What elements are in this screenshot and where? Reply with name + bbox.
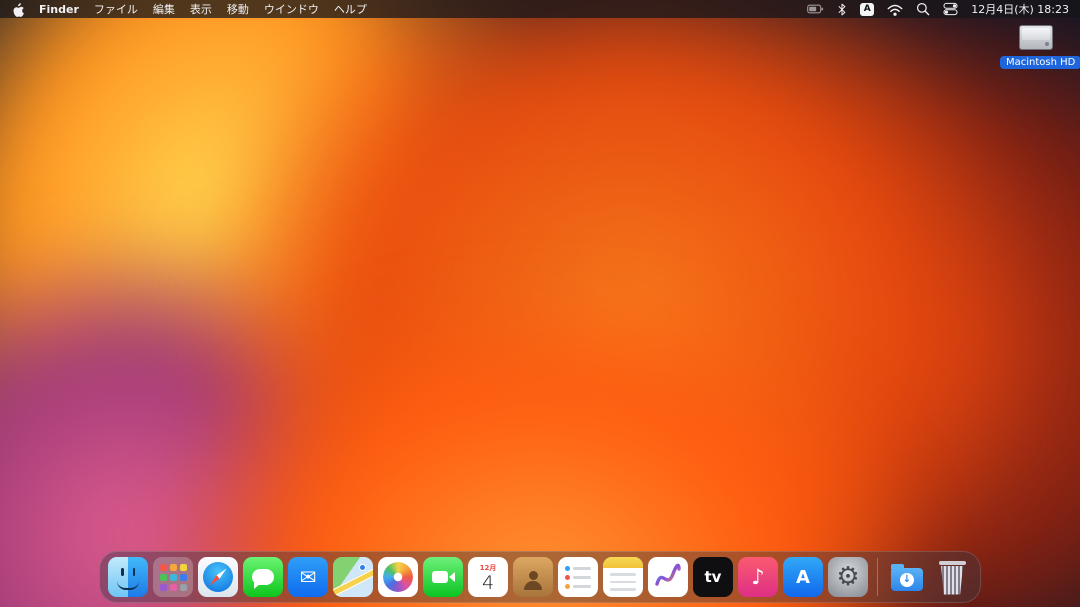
dock-maps-icon[interactable] bbox=[333, 557, 373, 597]
calendar-day: 4 bbox=[482, 573, 494, 594]
macos-desktop: Finder ファイル 編集 表示 移動 ウインドウ ヘルプ A bbox=[0, 0, 1080, 607]
notes-line bbox=[610, 581, 636, 584]
dock-system-settings-icon[interactable]: ⚙ bbox=[828, 557, 868, 597]
menu-bar: Finder ファイル 編集 表示 移動 ウインドウ ヘルプ A bbox=[0, 0, 1080, 18]
notes-line bbox=[610, 588, 636, 591]
reminder-row bbox=[565, 584, 591, 589]
launchpad-grid bbox=[160, 564, 187, 591]
dock-music-icon[interactable]: ♪ bbox=[738, 557, 778, 597]
input-source-badge[interactable]: A bbox=[860, 3, 874, 16]
hard-drive-top bbox=[1022, 28, 1050, 40]
menu-go[interactable]: 移動 bbox=[227, 1, 249, 17]
dock-tv-icon[interactable]: tv bbox=[693, 557, 733, 597]
wifi-icon[interactable] bbox=[887, 3, 903, 16]
menu-window[interactable]: ウインドウ bbox=[264, 1, 319, 17]
dock: ✉ 12月 4 bbox=[99, 551, 981, 603]
finder-eye bbox=[121, 568, 124, 576]
maps-location-dot bbox=[359, 564, 366, 571]
speech-bubble-icon bbox=[252, 569, 274, 585]
menu-edit[interactable]: 編集 bbox=[153, 1, 175, 17]
video-camera-icon bbox=[432, 571, 448, 583]
drive-label: Macintosh HD bbox=[1000, 56, 1080, 69]
dock-freeform-icon[interactable] bbox=[648, 557, 688, 597]
finder-face-half bbox=[108, 557, 128, 597]
dock-finder-icon[interactable] bbox=[108, 557, 148, 597]
menu-bar-status: A 12月4日(木) 18:23 bbox=[807, 1, 1069, 17]
safari-needle bbox=[207, 566, 228, 587]
contact-silhouette-head bbox=[529, 571, 538, 580]
notes-header-strip bbox=[603, 557, 643, 568]
dock-app-store-icon[interactable]: A bbox=[783, 557, 823, 597]
dock-calendar-icon[interactable]: 12月 4 bbox=[468, 557, 508, 597]
menu-file[interactable]: ファイル bbox=[94, 1, 138, 17]
notes-line bbox=[610, 573, 636, 576]
dock-trash-icon[interactable] bbox=[932, 557, 972, 597]
dock-safari-icon[interactable] bbox=[198, 557, 238, 597]
menubar-clock[interactable]: 12月4日(木) 18:23 bbox=[971, 1, 1069, 17]
spotlight-icon[interactable] bbox=[916, 2, 930, 16]
dock-contacts-icon[interactable] bbox=[513, 557, 553, 597]
reminder-row bbox=[565, 566, 591, 571]
tv-label: tv bbox=[705, 568, 722, 586]
bluetooth-icon[interactable] bbox=[837, 2, 847, 17]
envelope-icon: ✉ bbox=[300, 567, 317, 587]
menu-help[interactable]: ヘルプ bbox=[334, 1, 367, 17]
download-arrow-icon: ↓ bbox=[900, 573, 914, 587]
dock-downloads-folder-icon[interactable]: ↓ bbox=[887, 557, 927, 597]
app-menu-finder[interactable]: Finder bbox=[39, 3, 79, 16]
dock-photos-icon[interactable] bbox=[378, 557, 418, 597]
gear-icon: ⚙ bbox=[836, 564, 859, 590]
menu-view[interactable]: 表示 bbox=[190, 1, 212, 17]
battery-icon[interactable] bbox=[807, 3, 824, 15]
maps-road bbox=[333, 564, 373, 597]
dock-messages-icon[interactable] bbox=[243, 557, 283, 597]
finder-eye bbox=[133, 568, 136, 576]
menu-bar-left: Finder ファイル 編集 表示 移動 ウインドウ ヘルプ bbox=[11, 1, 367, 17]
photos-pinwheel bbox=[383, 562, 413, 592]
dock-mail-icon[interactable]: ✉ bbox=[288, 557, 328, 597]
desktop-wallpaper bbox=[0, 0, 1080, 607]
contact-silhouette-body bbox=[524, 581, 542, 590]
dock-separator bbox=[877, 558, 878, 596]
app-store-a-glyph: A bbox=[796, 567, 810, 588]
freeform-squiggle bbox=[654, 563, 682, 591]
control-center-icon[interactable] bbox=[943, 2, 958, 16]
dock-launchpad-icon[interactable] bbox=[153, 557, 193, 597]
hard-drive-dot bbox=[1045, 42, 1049, 46]
music-note-icon: ♪ bbox=[751, 567, 764, 588]
apple-menu-icon[interactable] bbox=[11, 2, 24, 17]
folder-icon: ↓ bbox=[891, 568, 923, 591]
trash-rim bbox=[939, 561, 966, 565]
dock-facetime-icon[interactable] bbox=[423, 557, 463, 597]
dock-reminders-icon[interactable] bbox=[558, 557, 598, 597]
hard-drive-icon bbox=[1019, 25, 1053, 50]
trash-basket bbox=[940, 566, 964, 595]
safari-compass bbox=[203, 562, 233, 592]
finder-smile bbox=[117, 581, 139, 590]
dock-notes-icon[interactable] bbox=[603, 557, 643, 597]
desktop-icon-macintosh-hd[interactable]: Macintosh HD bbox=[1000, 25, 1072, 69]
reminder-row bbox=[565, 575, 591, 580]
